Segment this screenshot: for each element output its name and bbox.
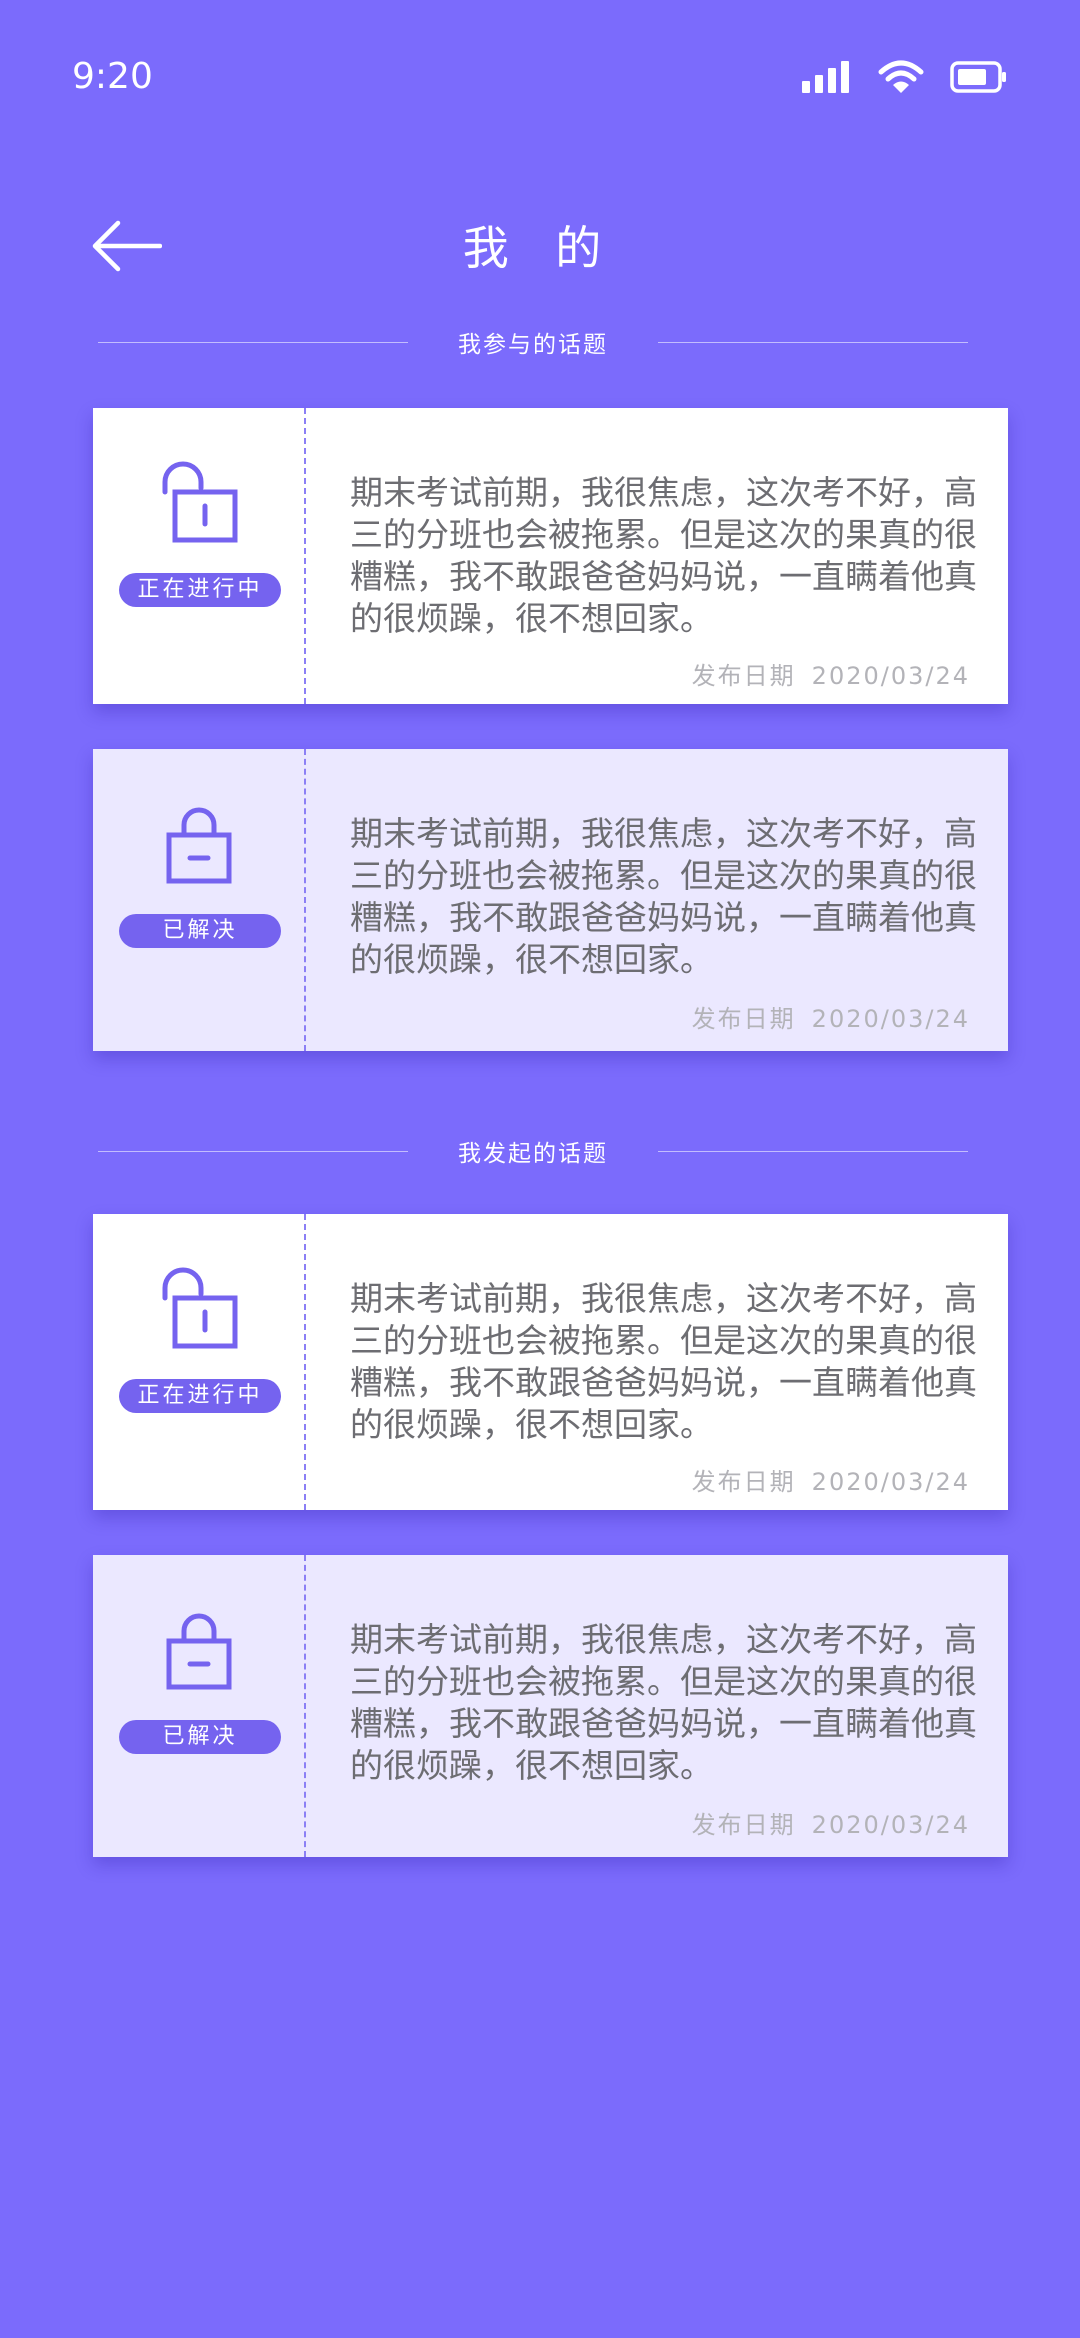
topic-card[interactable]: 正在进行中 期末考试前期，我很焦虑，这次考不好，高三的分班也会被拖累。但是这次的… — [93, 1214, 1008, 1510]
header: 我 的 — [0, 200, 1080, 290]
card-status-column: 正在进行中 — [93, 408, 306, 704]
section-header-participated: 我参与的话题 — [98, 322, 968, 362]
wifi-icon — [878, 60, 924, 93]
date-value: 2020/03/24 — [811, 662, 970, 690]
card-date: 发布日期 2020/03/24 — [692, 1805, 970, 1840]
topic-card[interactable]: 正在进行中 期末考试前期，我很焦虑，这次考不好，高三的分班也会被拖累。但是这次的… — [93, 408, 1008, 704]
date-label: 发布日期 — [691, 662, 796, 690]
card-text: 期末考试前期，我很焦虑，这次考不好，高三的分班也会被拖累。但是这次的果真的很糟糕… — [350, 473, 977, 638]
card-text: 期末考试前期，我很焦虑，这次考不好，高三的分班也会被拖累。但是这次的果真的很糟糕… — [350, 1620, 977, 1785]
date-value: 2020/03/24 — [811, 1005, 970, 1033]
date-label: 发布日期 — [691, 1005, 796, 1033]
date-label: 发布日期 — [691, 1468, 796, 1496]
date-value: 2020/03/24 — [811, 1811, 970, 1839]
lock-closed-icon — [166, 807, 232, 884]
status-badge: 正在进行中 — [119, 1379, 281, 1413]
status-badge: 已解决 — [119, 1720, 281, 1754]
page-title: 我 的 — [462, 221, 618, 275]
lock-open-icon — [162, 461, 238, 543]
topic-card[interactable]: 已解决 期末考试前期，我很焦虑，这次考不好，高三的分班也会被拖累。但是这次的果真… — [93, 1555, 1008, 1857]
card-date: 发布日期 2020/03/24 — [692, 1462, 970, 1497]
status-badge: 已解决 — [119, 914, 281, 948]
card-status-column: 已解决 — [93, 749, 306, 1051]
status-time: 9:20 — [72, 56, 153, 97]
card-text: 期末考试前期，我很焦虑，这次考不好，高三的分班也会被拖累。但是这次的果真的很糟糕… — [350, 1279, 977, 1444]
battery-icon — [950, 61, 1006, 93]
status-icons — [802, 60, 1008, 94]
card-status-column: 正在进行中 — [93, 1214, 306, 1510]
section-title: 我发起的话题 — [458, 1141, 608, 1167]
topic-card[interactable]: 已解决 期末考试前期，我很焦虑，这次考不好，高三的分班也会被拖累。但是这次的果真… — [93, 749, 1008, 1051]
status-bar: 9:20 — [0, 0, 1080, 160]
section-title: 我参与的话题 — [458, 332, 608, 358]
card-date: 发布日期 2020/03/24 — [692, 656, 970, 691]
divider-line — [658, 1150, 968, 1152]
divider-line — [98, 1150, 408, 1152]
lock-closed-icon — [166, 1613, 232, 1690]
date-label: 发布日期 — [691, 1811, 796, 1839]
section-header-created: 我发起的话题 — [98, 1131, 968, 1171]
card-text: 期末考试前期，我很焦虑，这次考不好，高三的分班也会被拖累。但是这次的果真的很糟糕… — [350, 814, 977, 979]
signal-icon — [802, 61, 849, 93]
divider-line — [98, 341, 408, 343]
card-status-column: 已解决 — [93, 1555, 306, 1857]
lock-open-icon — [162, 1267, 238, 1349]
status-badge: 正在进行中 — [119, 573, 281, 607]
divider-line — [658, 341, 968, 343]
date-value: 2020/03/24 — [811, 1468, 970, 1496]
card-date: 发布日期 2020/03/24 — [692, 999, 970, 1034]
